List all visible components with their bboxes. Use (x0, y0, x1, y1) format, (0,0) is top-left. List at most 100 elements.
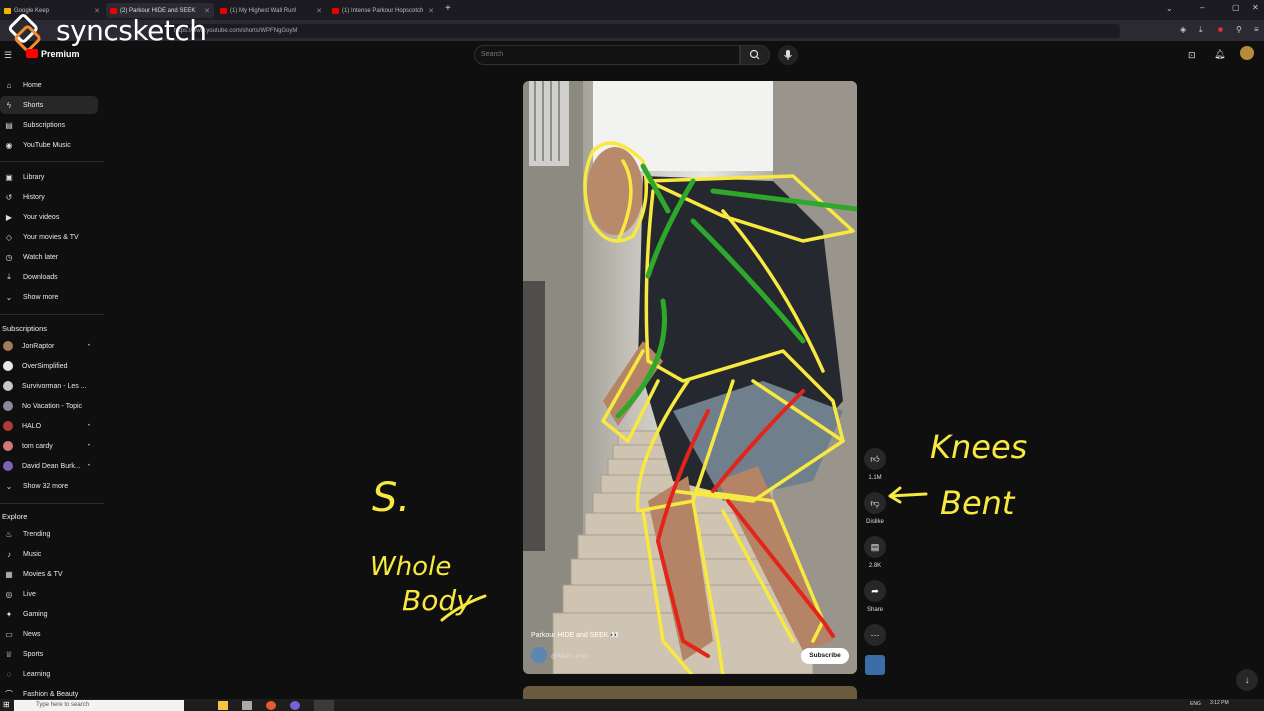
sidebar-divider (0, 161, 104, 162)
windows-taskbar (0, 699, 1264, 711)
like-count: 1.1M (868, 475, 882, 481)
sidebar-item-learning[interactable]: ◌ Learning (0, 665, 98, 683)
channel-avatar[interactable] (531, 647, 547, 663)
sidebar-item-gaming[interactable]: ✦ Gaming (0, 605, 98, 623)
close-icon[interactable]: ✕ (428, 7, 434, 15)
shield-icon[interactable]: ◈ (1180, 25, 1186, 34)
sidebar-item-live[interactable]: ◎ Live (0, 585, 98, 603)
chevron-down-icon[interactable]: ⌄ (1166, 4, 1173, 13)
dislike-button[interactable]: 👎︎ (864, 492, 886, 514)
next-video-button[interactable]: ↓ (1236, 669, 1258, 691)
active-app-icon[interactable] (314, 700, 334, 711)
share-button[interactable]: ➦ (864, 580, 886, 602)
search-button[interactable] (740, 45, 770, 65)
firefox-icon[interactable] (266, 701, 276, 710)
youtube-icon (110, 7, 117, 14)
sidebar-item-downloads[interactable]: ⤓ Downloads (0, 268, 98, 286)
sidebar-item-movies-tv[interactable]: ◇ Your movies & TV (0, 228, 98, 246)
windows-start-icon[interactable]: ⊞ (3, 700, 10, 709)
youtube-premium-label[interactable]: Premium (41, 49, 80, 59)
sidebar-item-youtube-music[interactable]: ◉ YouTube Music (0, 136, 98, 154)
channel-name: OverSimplified (22, 362, 68, 370)
video-title[interactable]: Parkour HIDE and SEEK 👀 (531, 631, 619, 639)
shorts-video-player[interactable] (523, 81, 857, 674)
tab-highest-wall-run[interactable]: (1) My Highest Wall Run! ✕ (216, 3, 326, 18)
sound-avatar[interactable] (865, 655, 885, 675)
channel-avatar (3, 341, 13, 351)
sidebar-item-label: Trending (23, 530, 51, 538)
taskbar-search-input[interactable]: Type here to search (14, 700, 184, 711)
account-avatar[interactable] (1240, 46, 1254, 60)
file-explorer-icon[interactable] (218, 701, 228, 710)
search-input[interactable]: Search (474, 45, 740, 65)
youtube-logo-icon[interactable] (26, 49, 38, 58)
channel-avatar (3, 421, 13, 431)
download-icon: ⤓ (7, 272, 11, 281)
sidebar-item-label: Sports (23, 650, 44, 658)
language-indicator[interactable]: ENG (1190, 701, 1201, 707)
hamburger-menu-icon[interactable]: ☰ (4, 50, 12, 61)
new-tab-button[interactable]: + (445, 3, 451, 14)
sidebar-item-sports[interactable]: ♕ Sports (0, 645, 98, 663)
voice-search-icon[interactable] (778, 45, 798, 65)
like-button[interactable]: 👍︎ (864, 448, 886, 470)
minimize-icon[interactable]: – (1200, 3, 1204, 12)
sidebar-item-show-more-subs[interactable]: ⌄ Show 32 more (0, 477, 98, 495)
music-note-icon: ♪ (7, 549, 11, 559)
channel-name[interactable]: @Matt Lenzo (551, 653, 590, 660)
app-icon[interactable] (242, 701, 252, 710)
create-video-icon[interactable]: ⊡ (1188, 50, 1196, 61)
sidebar-item-subscriptions[interactable]: ▤ Subscriptions (0, 116, 98, 134)
subscription-item[interactable]: tom cardy • (0, 437, 98, 455)
app-icon[interactable] (290, 701, 300, 710)
subscription-item[interactable]: David Dean Burk... • (0, 457, 98, 475)
tab-intense-parkour[interactable]: (1) Intense Parkour Hopscotch ✕ (328, 3, 438, 18)
share-arrow-icon: ➦ (871, 585, 879, 596)
clock-icon: ◷ (5, 252, 13, 262)
comments-button[interactable]: ▤ (864, 536, 886, 558)
subscription-item[interactable]: No Vacation - Topic (0, 397, 98, 415)
sidebar-item-label: Show 32 more (23, 482, 69, 490)
newspaper-icon: ▭ (5, 629, 13, 639)
sidebar-item-label: YouTube Music (23, 141, 71, 149)
extensions-puzzle-icon[interactable]: ⚲ (1236, 25, 1242, 34)
sidebar-item-movies[interactable]: ▦ Movies & TV (0, 565, 98, 583)
download-icon[interactable]: ⤓ (1199, 25, 1203, 35)
address-bar[interactable]: https://www.youtube.com/shorts/WPFNgGoyM (160, 24, 1120, 38)
subscriptions-heading: Subscriptions (2, 324, 48, 333)
sidebar-item-library[interactable]: ▣ Library (0, 168, 98, 186)
channel-name: No Vacation - Topic (22, 402, 83, 410)
tab-label: (2) Parkour HIDE and SEEK (120, 7, 196, 14)
taskbar-clock[interactable]: 3:12 PM (1210, 700, 1229, 706)
extension-icon[interactable]: ■ (1218, 25, 1223, 34)
sidebar-item-show-more[interactable]: ⌄ Show more (0, 288, 98, 306)
sidebar-item-news[interactable]: ▭ News (0, 625, 98, 643)
menu-icon[interactable]: ≡ (1254, 25, 1259, 34)
sidebar-item-watch-later[interactable]: ◷ Watch later (0, 248, 98, 266)
sidebar-item-your-videos[interactable]: ▶ Your videos (0, 208, 98, 226)
thumbs-up-icon: 👍︎ (870, 453, 880, 464)
subscription-item[interactable]: OverSimplified (0, 357, 98, 375)
subscription-item[interactable]: JonRaptor • (0, 337, 98, 355)
subscription-item[interactable]: Survivorman - Les ... (0, 377, 98, 395)
more-options-button[interactable]: ⋯ (864, 624, 886, 646)
notifications-bell-icon[interactable]: 🔔︎ (1214, 49, 1225, 60)
sidebar-item-shorts[interactable]: ϟ Shorts (0, 96, 98, 114)
fire-icon: ♨ (5, 529, 13, 539)
sidebar-item-music[interactable]: ♪ Music (0, 545, 98, 563)
tag-icon: ◇ (5, 232, 13, 242)
tab-label: Google Keep (14, 7, 50, 14)
sidebar-item-label: Your movies & TV (23, 233, 79, 241)
close-icon[interactable]: ✕ (316, 7, 322, 15)
sidebar-item-trending[interactable]: ♨ Trending (0, 525, 98, 543)
close-window-icon[interactable]: ✕ (1252, 3, 1259, 12)
maximize-icon[interactable]: ▢ (1232, 3, 1240, 12)
subscription-item[interactable]: HALO • (0, 417, 98, 435)
lightbulb-icon: ◌ (6, 669, 12, 679)
music-disc-icon: ◉ (5, 140, 13, 150)
subscribe-button[interactable]: Subscribe (801, 648, 849, 664)
thumbs-down-icon: 👎︎ (870, 497, 880, 508)
play-square-icon: ▶ (5, 212, 13, 222)
sidebar-item-history[interactable]: ↺ History (0, 188, 98, 206)
sidebar-item-home[interactable]: ⌂ Home (0, 76, 98, 94)
